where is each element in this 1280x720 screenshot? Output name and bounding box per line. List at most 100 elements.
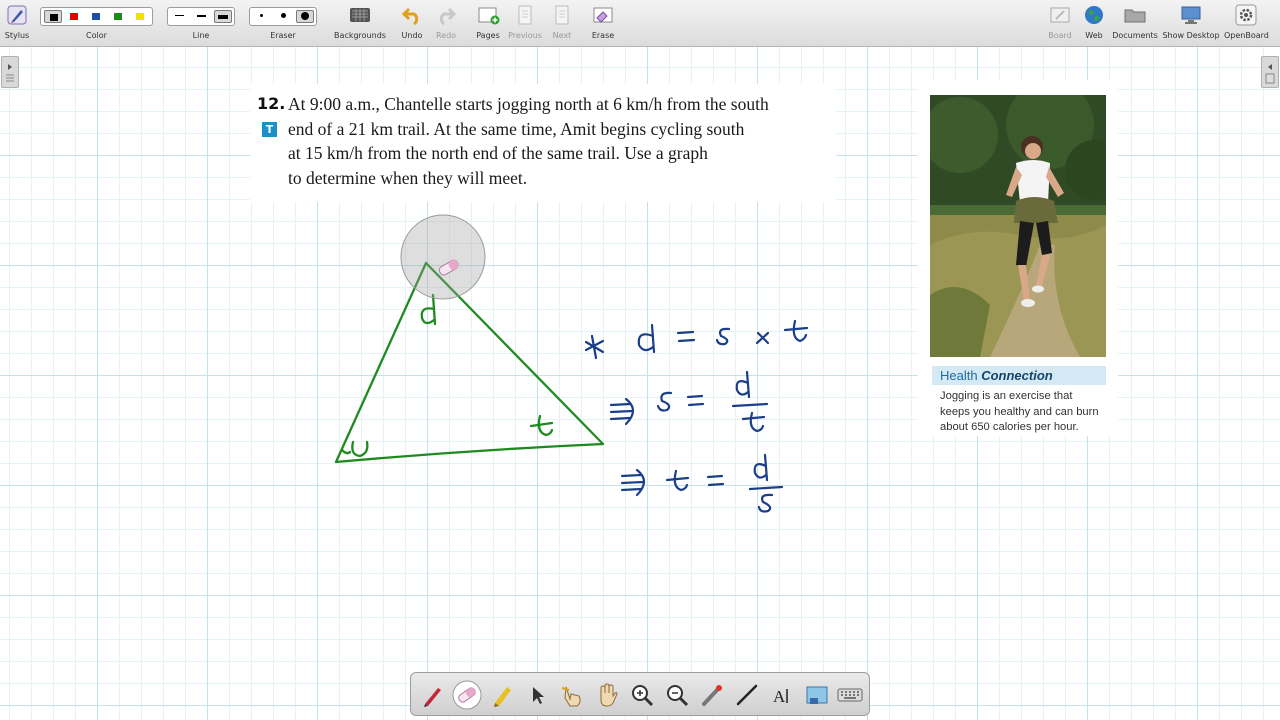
eraser-tool-button[interactable] xyxy=(452,680,482,710)
zoom-in-tool-button[interactable] xyxy=(627,680,657,710)
show-desktop-button[interactable]: Show Desktop xyxy=(1162,0,1220,46)
health-connection-body: Jogging is an exercise that keeps you he… xyxy=(940,389,1112,436)
hand-tool-button[interactable] xyxy=(592,680,622,710)
pages-button[interactable]: Pages xyxy=(472,0,504,46)
marker-tool-button[interactable] xyxy=(487,680,517,710)
color-label: Color xyxy=(86,31,107,40)
line-icon xyxy=(736,684,758,706)
health-connection-panel: Health Connection Jogging is an exercise… xyxy=(918,80,1118,436)
health-connection-title: Health Connection xyxy=(932,366,1106,385)
question-line-2: end of a 21 km trail. At the same time, … xyxy=(288,119,745,139)
eraser-group: Eraser xyxy=(249,0,317,46)
health-connection-title-plain: Health xyxy=(940,368,982,383)
color-swatch-blue[interactable] xyxy=(87,10,105,23)
backgrounds-label: Backgrounds xyxy=(334,31,386,40)
color-group: Color xyxy=(40,0,153,46)
line-tool-button[interactable] xyxy=(732,680,762,710)
next-button[interactable]: Next xyxy=(548,0,576,46)
laser-pointer-icon xyxy=(702,685,722,706)
erase-page-icon xyxy=(593,7,613,23)
expand-left-panel-icon xyxy=(6,64,14,82)
web-label: Web xyxy=(1085,31,1103,40)
line-medium-option[interactable] xyxy=(193,10,211,23)
health-connection-title-emph: Connection xyxy=(981,368,1053,383)
eraser-medium-option[interactable] xyxy=(275,10,293,23)
pen-icon xyxy=(424,688,441,707)
health-connection-line-2: keeps you healthy and can burn xyxy=(940,405,1099,418)
redo-icon xyxy=(439,7,457,26)
selector-tool-button[interactable] xyxy=(522,680,552,710)
capture-icon xyxy=(806,686,828,704)
openboard-label: OpenBoard xyxy=(1224,31,1269,40)
virtual-keyboard-tool-button[interactable] xyxy=(835,680,865,710)
previous-label: Previous xyxy=(508,31,542,40)
show-desktop-label: Show Desktop xyxy=(1162,31,1220,40)
question-line-4: to determine when they will meet. xyxy=(288,168,528,188)
eraser-small-option[interactable] xyxy=(253,10,271,23)
text-tool-button[interactable]: A xyxy=(767,680,797,710)
eraser-large-option[interactable] xyxy=(296,10,314,23)
next-label: Next xyxy=(552,31,572,40)
zoom-out-tool-button[interactable] xyxy=(662,680,692,710)
jogger-photo xyxy=(930,95,1106,357)
line-width-selector xyxy=(167,7,235,26)
folder-icon xyxy=(1124,9,1146,23)
redo-button[interactable]: Redo xyxy=(432,0,460,46)
stylus-label: Stylus xyxy=(4,31,30,40)
zoom-out-icon xyxy=(667,685,689,707)
zoom-in-icon xyxy=(632,685,654,707)
gear-icon xyxy=(1235,4,1257,26)
documents-label: Documents xyxy=(1112,31,1158,40)
color-swatch-black[interactable] xyxy=(44,10,62,23)
stylus-button[interactable]: Stylus xyxy=(2,0,32,46)
capture-tool-button[interactable] xyxy=(802,680,832,710)
openboard-button[interactable]: OpenBoard xyxy=(1224,0,1269,46)
previous-button[interactable]: Previous xyxy=(507,0,543,46)
line-thin-option[interactable] xyxy=(171,10,189,23)
left-panel-toggle[interactable] xyxy=(1,56,19,88)
color-swatch-green[interactable] xyxy=(109,10,127,23)
next-page-icon xyxy=(555,5,569,25)
line-group: Line xyxy=(167,0,235,46)
text-icon: A xyxy=(773,687,788,706)
question-line-3: at 15 km/h from the north end of the sam… xyxy=(288,143,708,163)
laser-pointer-tool-button[interactable] xyxy=(697,680,727,710)
undo-label: Undo xyxy=(401,31,423,40)
eraser-label: Eraser xyxy=(270,31,296,40)
health-connection-line-1: Jogging is an exercise that xyxy=(940,390,1073,402)
globe-icon xyxy=(1085,6,1103,24)
right-panel-toggle[interactable] xyxy=(1261,56,1279,88)
question-line-1: At 9:00 a.m., Chantelle starts jogging n… xyxy=(288,94,769,114)
erase-button[interactable]: Erase xyxy=(589,0,617,46)
eraser-size-selector xyxy=(249,7,317,26)
color-swatch-yellow[interactable] xyxy=(131,10,149,23)
color-palette xyxy=(40,7,153,26)
pen-tool-button[interactable] xyxy=(417,680,447,710)
undo-icon xyxy=(401,7,419,26)
backgrounds-button[interactable]: Backgrounds xyxy=(334,0,386,46)
add-page-icon xyxy=(478,7,500,25)
keyboard-icon xyxy=(837,688,863,702)
color-swatch-red[interactable] xyxy=(65,10,83,23)
arrow-cursor-icon xyxy=(533,687,544,704)
documents-button[interactable]: Documents xyxy=(1112,0,1158,46)
svg-text:A: A xyxy=(773,687,786,706)
health-connection-line-3: about 650 calories per hour. xyxy=(940,421,1079,433)
redo-label: Redo xyxy=(435,31,457,40)
question-number: 12. xyxy=(257,94,286,113)
board-icon xyxy=(1050,7,1070,23)
web-button[interactable]: Web xyxy=(1080,0,1108,46)
interact-tool-button[interactable] xyxy=(557,680,587,710)
stylus-palette: A xyxy=(410,672,870,716)
hand-icon xyxy=(600,683,618,707)
previous-page-icon xyxy=(518,5,532,25)
marker-icon xyxy=(494,687,511,707)
line-thick-option[interactable] xyxy=(214,10,232,23)
board-button[interactable]: Board xyxy=(1046,0,1074,46)
pointing-hand-icon xyxy=(561,686,581,707)
pages-label: Pages xyxy=(476,31,500,40)
undo-button[interactable]: Undo xyxy=(398,0,426,46)
expand-right-panel-icon xyxy=(1265,64,1275,84)
question-card: 12. T At 9:00 a.m., Chantelle starts jog… xyxy=(250,84,836,202)
backgrounds-icon xyxy=(350,8,370,22)
